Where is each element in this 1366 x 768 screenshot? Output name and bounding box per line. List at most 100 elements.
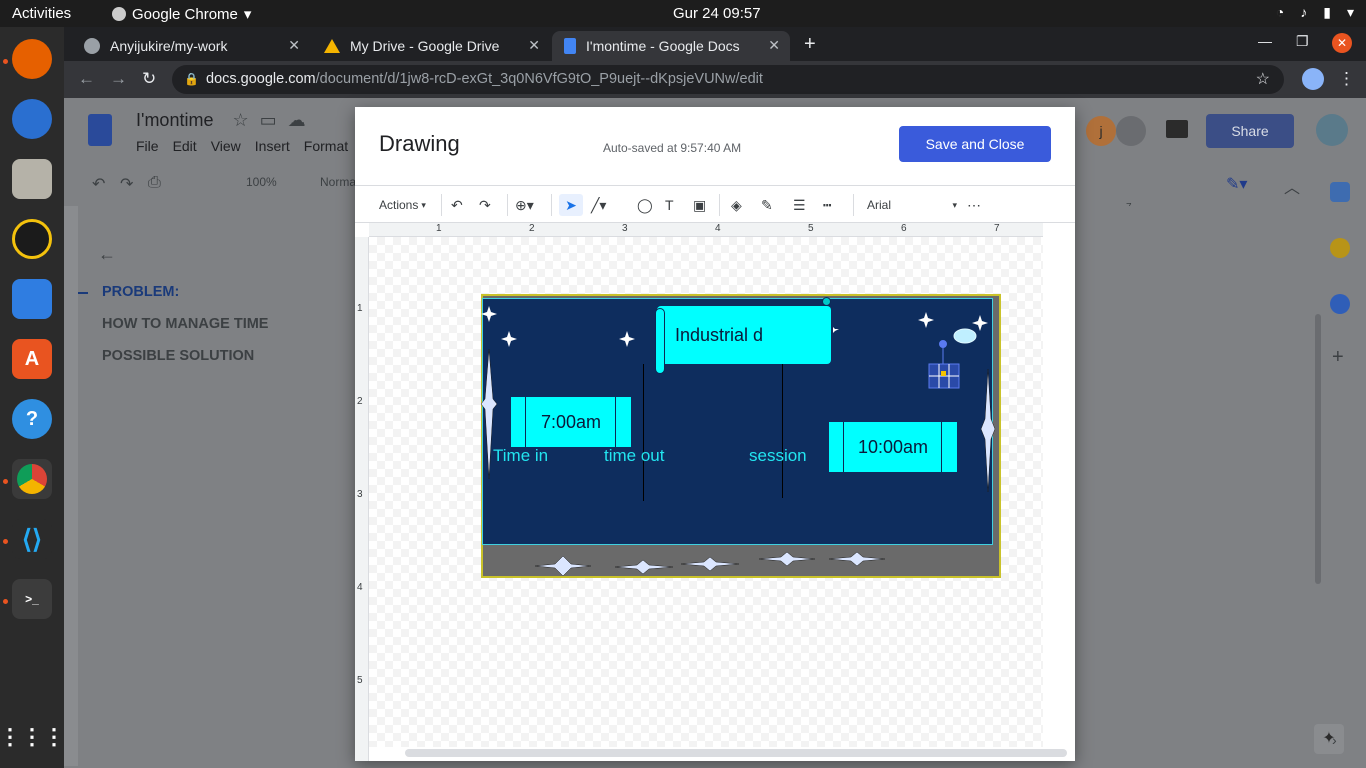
textbox-tool-icon[interactable]: T [665,194,674,216]
firefox-icon[interactable] [12,39,52,79]
flat-star [758,551,816,567]
undo-icon[interactable]: ↶ [92,174,105,194]
account-avatar[interactable] [1316,114,1348,146]
back-icon[interactable]: ← [78,69,95,89]
edit-mode-icon[interactable]: ✎▾ [1226,174,1247,194]
chevron-down-icon: ▾ [1346,4,1354,20]
close-icon[interactable]: ✕ [768,37,780,54]
border-color-icon[interactable]: ✎ [761,194,773,216]
scrollbar[interactable] [1315,314,1321,584]
drawing-content[interactable]: Industrial d 7:00am 10:00am Time in time… [481,294,1001,578]
help-icon[interactable]: ? [12,399,52,439]
minimize-icon[interactable]: — [1258,33,1272,49]
fill-color-icon[interactable]: ◈ [731,194,742,216]
zoom-icon[interactable]: ⊕▾ [515,194,534,216]
chevron-up-icon[interactable]: ︿ [1284,174,1300,198]
border-weight-icon[interactable]: ☰ [793,194,806,216]
running-indicator [3,599,8,604]
shape-tool-icon[interactable]: ◯ [637,194,653,216]
thunderbird-icon[interactable] [12,99,52,139]
forward-icon[interactable]: → [110,69,127,89]
line-tool-icon[interactable]: ╱▾ [591,194,606,216]
dialog-title: Drawing [379,131,460,156]
close-icon[interactable]: ✕ [288,37,300,54]
chevron-right-icon[interactable]: › [1332,732,1337,748]
redo-icon[interactable]: ↷ [479,194,491,216]
tasks-icon[interactable] [1330,294,1350,314]
outline-back-icon[interactable]: ← [98,244,116,265]
save-and-close-button[interactable]: Save and Close [899,126,1051,162]
cloud-status-icon[interactable]: ☁ [288,110,306,130]
menu-format[interactable]: Format [304,138,348,154]
rhythmbox-icon[interactable] [12,219,52,259]
maximize-icon[interactable]: ❐ [1296,33,1309,50]
star-icon[interactable]: ☆ [232,110,248,130]
app-menu[interactable]: Google Chrome ▾ [112,5,251,23]
zoom-select[interactable]: 100% [246,175,277,189]
more-options-icon[interactable]: ⋯ [967,194,981,216]
add-addon-icon[interactable]: + [1332,346,1344,369]
menu-insert[interactable]: Insert [255,138,290,154]
close-icon[interactable]: ✕ [528,37,540,54]
chrome-menu-icon[interactable]: ⋮ [1338,69,1355,89]
sparkle-star [481,306,497,322]
menu-edit[interactable]: Edit [173,138,197,154]
move-folder-icon[interactable]: ▭ [260,110,277,130]
bookmark-star-icon[interactable]: ☆ [1256,65,1270,94]
horizontal-scrollbar[interactable] [405,749,1067,757]
software-icon[interactable]: A [12,339,52,379]
menu-view[interactable]: View [211,138,241,154]
explore-icon[interactable]: ✦ [1314,724,1344,754]
profile-avatar[interactable] [1302,68,1324,90]
docs-logo-icon[interactable] [88,114,112,146]
window-close-icon[interactable]: ✕ [1332,33,1352,53]
url-path: /document/d/1jw8-rcD-exGt_3q0N6VfG9tO_P9… [315,71,763,87]
wifi-icon: ◔ [1275,4,1285,20]
redo-icon[interactable]: ↷ [120,174,133,194]
share-label: Share [1231,123,1269,139]
address-bar[interactable]: 🔒 docs.google.com/document/d/1jw8-rcD-ex… [172,65,1284,94]
select-pointer-icon[interactable]: ➤ [559,194,583,216]
show-apps-icon[interactable]: ⋮⋮⋮ [0,717,65,757]
tab-drive[interactable]: My Drive - Google Drive ✕ [312,31,550,61]
meet-icon[interactable] [1116,116,1146,146]
keep-icon[interactable] [1330,238,1350,258]
chrome-dock-icon[interactable] [12,459,52,499]
document-title[interactable]: I'montime ☆ ▭ ☁ [136,110,306,131]
new-tab-icon[interactable]: + [804,33,816,56]
style-select[interactable]: Normal [320,175,359,189]
writer-icon[interactable] [12,279,52,319]
vscode-icon[interactable]: ⟨⟩ [12,519,52,559]
tall-star [481,348,498,480]
files-icon[interactable] [12,159,52,199]
terminal-icon[interactable]: >_ [12,579,52,619]
outline-item[interactable]: PROBLEM: [102,284,179,300]
tab-docs[interactable]: I'montime - Google Docs ✕ [552,31,790,61]
clock[interactable]: Gur 24 09:57 [673,5,761,22]
drawing-toolbar: Actions ▾ ↶ ↷ ⊕▾ ➤ ╱▾ ◯ T ▣ ◈ ✎ ☰ ┅ Arial… [355,185,1075,223]
activities-button[interactable]: Activities [12,5,71,22]
menu-file[interactable]: File [136,138,159,154]
calendar-icon[interactable] [1330,182,1350,202]
undo-icon[interactable]: ↶ [451,194,463,216]
divider [441,194,442,216]
divider [551,194,552,216]
tab-github[interactable]: Anyijukire/my-work ✕ [72,31,310,61]
drawing-canvas[interactable]: Industrial d 7:00am 10:00am Time in time… [369,237,1043,747]
outline-item[interactable]: POSSIBLE SOLUTION [102,348,254,364]
print-icon[interactable]: ⎙ [148,174,161,192]
border-dash-icon[interactable]: ┅ [823,194,831,216]
github-icon [84,38,100,54]
comments-icon[interactable] [1166,120,1188,138]
system-tray[interactable]: ◔ ♪ ▮ ▾ [1276,4,1354,21]
outline-item[interactable]: HOW TO MANAGE TIME [102,316,268,332]
actions-menu[interactable]: Actions ▾ [379,194,426,216]
font-select[interactable]: Arial ▾ [867,194,957,216]
collaborator-avatar[interactable]: j [1086,116,1116,146]
sparkle-star [501,331,517,347]
share-button[interactable]: Share [1206,114,1294,148]
ruler-tick-label: 3 [622,223,628,234]
ruler-tick-label: 4 [715,223,721,234]
image-tool-icon[interactable]: ▣ [693,194,706,216]
reload-icon[interactable]: ↻ [142,69,156,89]
